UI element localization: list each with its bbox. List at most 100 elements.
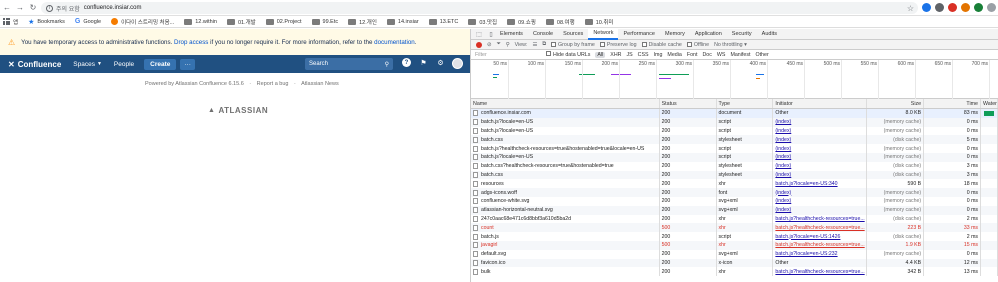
initiator-cell-text[interactable]: batch.js?locale=en-US:340 — [775, 181, 837, 187]
request-name-cell[interactable]: count — [471, 223, 660, 233]
tab-console[interactable]: Console — [528, 29, 558, 40]
avatar[interactable] — [452, 58, 463, 69]
request-name-cell[interactable]: batch.js?locale=en-US — [471, 152, 660, 162]
address-bar[interactable]: i 주의 요함 confluence.insiar.com ☆ — [41, 2, 918, 14]
table-row[interactable]: batch.js?locale=en-US 200 script (index) (me… — [471, 126, 998, 136]
column-header-status[interactable]: Status — [660, 99, 717, 108]
bookmark-star-icon[interactable]: ☆ — [907, 4, 914, 13]
atlassian-news-link[interactable]: Atlassian News — [301, 81, 339, 87]
request-name-cell[interactable]: confluence.insiar.com — [471, 109, 660, 118]
tab-security[interactable]: Security — [727, 29, 757, 40]
search-icon[interactable]: ⚲ — [506, 42, 510, 48]
table-row[interactable]: javagirl 500 xhr batch.js?healthcheck-resou… — [471, 240, 998, 250]
initiator-cell-text[interactable]: (index) — [775, 190, 791, 196]
initiator-cell-text[interactable]: batch.js?locale=en-US:1426 — [775, 234, 840, 240]
initiator-cell-text[interactable]: (index) — [775, 207, 791, 213]
back-icon[interactable]: ← — [1, 2, 13, 14]
table-row[interactable]: atlassian-horizontal-neutral.svg 200 svg+x… — [471, 205, 998, 215]
search-input[interactable]: Search ⚲ — [305, 58, 393, 70]
bookmark-item[interactable]: G Google — [75, 18, 101, 25]
column-header-time[interactable]: Time — [924, 99, 981, 108]
extension-icon[interactable] — [961, 3, 970, 12]
extension-icon[interactable] — [922, 3, 931, 12]
overview-icon[interactable]: ⧉ — [542, 41, 546, 48]
inspect-icon[interactable]: ⬚ — [475, 30, 483, 38]
extension-icon[interactable] — [974, 3, 983, 12]
initiator-cell-text[interactable]: (index) — [775, 128, 791, 134]
initiator-cell-text[interactable]: batch.js?locale=en-US:232 — [775, 251, 837, 257]
device-toolbar-icon[interactable]: ▯ — [487, 30, 495, 38]
initiator-cell-text[interactable]: batch.js?healthcheck-resources=true... — [775, 269, 864, 275]
column-header-waterfall[interactable]: Waterfall — [981, 99, 998, 108]
record-icon[interactable] — [476, 41, 482, 48]
settings-icon[interactable]: ⚙ — [436, 58, 445, 67]
initiator-cell-text[interactable]: (index) — [775, 198, 791, 204]
group-by-frame-checkbox[interactable]: Group by frame — [551, 42, 595, 48]
drop-access-link[interactable]: Drop access — [174, 39, 208, 46]
profile-icon[interactable] — [987, 3, 996, 12]
request-name-cell[interactable]: atlassian-horizontal-neutral.svg — [471, 205, 660, 215]
bookmark-item[interactable]: 12.within — [184, 18, 217, 25]
large-rows-icon[interactable]: ☰ — [532, 42, 537, 48]
table-row[interactable]: batch.js?locale=en-US 200 script (index) (me… — [471, 152, 998, 162]
initiator-cell-text[interactable]: (index) — [775, 163, 791, 169]
table-row[interactable]: resources 200 xhr batch.js?locale=en-US:340… — [471, 179, 998, 189]
column-header-type[interactable]: Type — [717, 99, 774, 108]
column-header-initiator[interactable]: Initiator — [773, 99, 868, 108]
filter-type-css[interactable]: CSS — [638, 52, 649, 58]
tab-performance[interactable]: Performance — [618, 29, 660, 40]
request-name-cell[interactable]: resources — [471, 179, 660, 189]
initiator-cell-text[interactable]: (index) — [775, 137, 791, 143]
request-name-cell[interactable]: favicon.ico — [471, 258, 660, 268]
reload-icon[interactable]: ↻ — [27, 2, 39, 14]
initiator-cell-text[interactable]: batch.js?healthcheck-resources=true... — [775, 242, 864, 248]
tab-memory[interactable]: Memory — [660, 29, 690, 40]
filter-type-js[interactable]: JS — [626, 52, 632, 58]
request-name-cell[interactable]: batch.js?locale=en-US — [471, 117, 660, 127]
initiator-cell-text[interactable]: (index) — [775, 154, 791, 160]
table-row[interactable]: 247c0aac68e471c6d8bbf3a610d5ba2d 200 xhr ba… — [471, 214, 998, 224]
extension-icon[interactable] — [935, 3, 944, 12]
extension-icon[interactable] — [948, 3, 957, 12]
initiator-cell-text[interactable]: batch.js?healthcheck-resources=true... — [775, 225, 864, 231]
table-row[interactable]: batch.css 200 stylesheet (index) (disk cache… — [471, 170, 998, 180]
help-icon[interactable]: ? — [402, 58, 411, 67]
bookmark-item[interactable]: 13.ETC — [428, 18, 458, 25]
tab-audits[interactable]: Audits — [757, 29, 782, 40]
disable-cache-checkbox[interactable]: Disable cache — [641, 42, 682, 48]
request-name-cell[interactable]: batch.js — [471, 232, 660, 241]
table-row[interactable]: favicon.ico 200 x-icon Other 4.4 KB 12 ms — [471, 258, 998, 268]
filter-type-doc[interactable]: Doc — [702, 52, 711, 58]
filter-icon[interactable]: ⏷ — [496, 41, 500, 48]
info-icon[interactable]: i — [46, 4, 53, 12]
table-row[interactable]: batch.js?locale=en-US 200 script (index) (me… — [471, 117, 998, 127]
table-row[interactable]: adgs-icons.woff 200 font (index) (memory cac… — [471, 188, 998, 197]
bookmark-item[interactable]: 앱 — [3, 18, 18, 26]
filter-type-font[interactable]: Font — [687, 52, 698, 58]
hide-data-urls-checkbox[interactable]: Hide data URLs — [546, 51, 590, 58]
bookmark-item[interactable]: 03.맛집 — [468, 18, 497, 26]
initiator-cell-text[interactable]: batch.js?healthcheck-resources=true... — [775, 216, 864, 222]
people-link[interactable]: People — [114, 61, 134, 68]
initiator-cell-text[interactable]: (index) — [775, 146, 791, 152]
request-name-cell[interactable]: batch.css — [471, 170, 660, 180]
table-row[interactable]: batch.js 200 script batch.js?locale=en-US:1… — [471, 232, 998, 241]
bookmark-item[interactable]: 99.Etc — [311, 18, 338, 25]
bookmark-item[interactable]: 10.취미 — [584, 18, 613, 26]
request-name-cell[interactable]: batch.js?healthcheck-resources=true&host… — [471, 144, 660, 153]
request-name-cell[interactable]: bulk — [471, 267, 660, 277]
request-name-cell[interactable]: confluence-white.svg — [471, 196, 660, 206]
url-text[interactable]: confluence.insiar.com — [84, 5, 142, 11]
bookmark-item[interactable]: 이다이 스트리밍 처음... — [111, 18, 174, 26]
throttling-select[interactable]: No throttling ▾ — [714, 42, 747, 48]
bookmark-item[interactable]: 02.Project — [265, 18, 302, 25]
column-header-size[interactable]: Size — [867, 99, 925, 108]
bookmark-item[interactable]: 12.개인 — [348, 18, 377, 26]
request-name-cell[interactable]: javagirl — [471, 240, 660, 250]
filter-type-other[interactable]: Other — [755, 52, 768, 58]
bookmark-item[interactable]: ★ Bookmarks — [28, 18, 65, 26]
filter-type-all[interactable]: All — [595, 51, 606, 58]
table-row[interactable]: bulk 200 xhr batch.js?healthcheck-resources… — [471, 267, 998, 277]
bookmark-item[interactable]: 14.insiar — [386, 18, 419, 25]
spaces-menu[interactable]: Spaces ▼ — [73, 61, 102, 68]
